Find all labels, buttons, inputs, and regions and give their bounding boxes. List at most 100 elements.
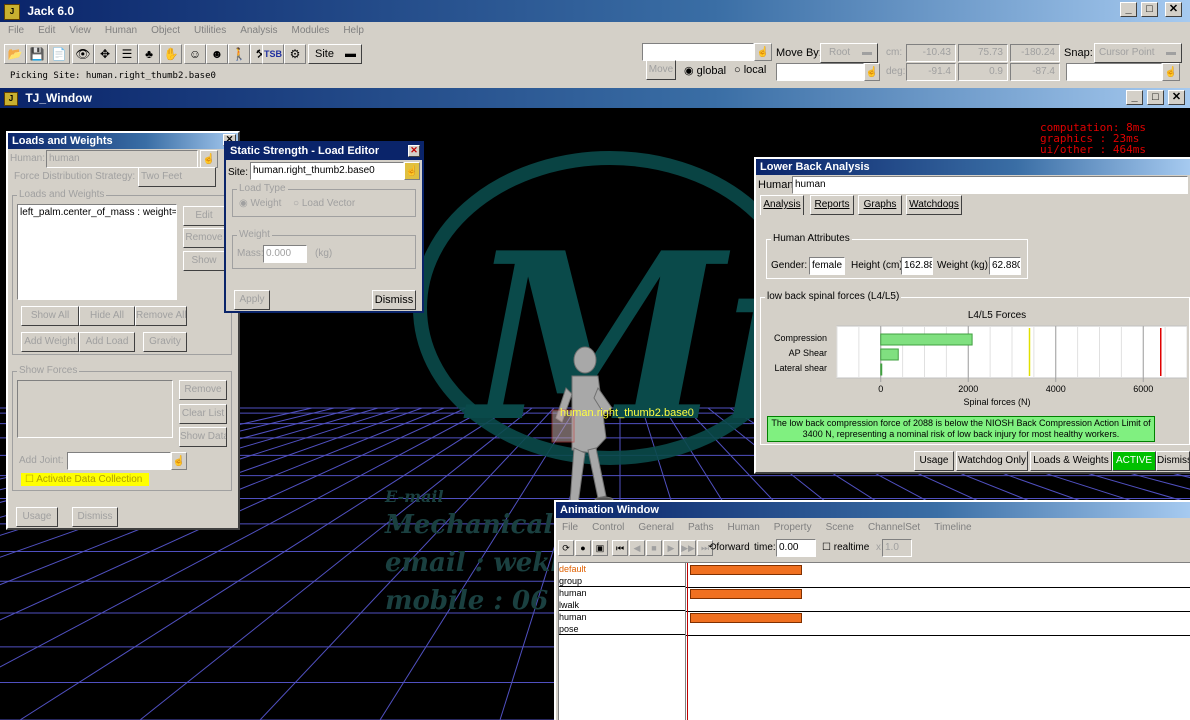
track-human[interactable]: human <box>559 587 685 599</box>
local-radio[interactable]: ○ local <box>734 64 766 76</box>
lba-human-field[interactable]: human <box>792 176 1188 194</box>
tj-minimize-button[interactable]: _ <box>1126 90 1143 105</box>
add-joint-field[interactable] <box>67 452 171 470</box>
cm-x-field[interactable]: -10.43 <box>906 44 956 62</box>
value-field[interactable] <box>642 43 754 61</box>
load-editor-dismiss-button[interactable]: Dismiss <box>372 290 416 310</box>
lba-dismiss-button[interactable]: Dismiss <box>1156 451 1190 471</box>
realtime-checkbox[interactable]: ☐ realtime <box>822 542 869 553</box>
snap-dropdown[interactable]: Cursor Point ▬ <box>1094 43 1182 63</box>
height-field[interactable]: 162.88 <box>901 257 933 275</box>
rewind-icon[interactable]: ⏮ <box>612 540 628 556</box>
anim-menu-file[interactable]: File <box>562 522 578 533</box>
forces-list[interactable] <box>17 380 173 438</box>
pick-joint-icon[interactable]: ☝ <box>171 452 187 470</box>
document-icon[interactable]: 📄 <box>48 44 70 64</box>
add-load-button[interactable]: Add Load <box>79 332 135 352</box>
deg-y-field[interactable]: 0.9 <box>958 63 1008 81</box>
site-field[interactable]: human.right_thumb2.base0 <box>250 162 404 180</box>
anim-menu-scene[interactable]: Scene <box>826 522 854 533</box>
speed-field[interactable]: 1.0 <box>882 539 912 557</box>
remove-all-button[interactable]: Remove All <box>135 306 187 326</box>
move-button[interactable]: Move <box>646 60 676 80</box>
menu-human[interactable]: Human <box>105 25 137 36</box>
track-lwalk[interactable]: lwalk <box>559 599 685 611</box>
time-field[interactable]: 0.00 <box>776 539 816 557</box>
cm-y-field[interactable]: 75.73 <box>958 44 1008 62</box>
loads-weights-button[interactable]: Loads & Weights <box>1030 451 1112 471</box>
anim-menu-channelset[interactable]: ChannelSet <box>868 522 920 533</box>
gravity-button[interactable]: Gravity <box>143 332 187 352</box>
save-icon[interactable]: 💾 <box>26 44 48 64</box>
menu-file[interactable]: File <box>8 25 24 36</box>
move-by-dropdown[interactable]: Root ▬ <box>820 43 878 63</box>
apply-button[interactable]: Apply <box>234 290 270 310</box>
usage-button-lba[interactable]: Usage <box>914 451 954 471</box>
anim-menu-property[interactable]: Property <box>774 522 812 533</box>
tj-close-button[interactable]: ✕ <box>1168 90 1185 105</box>
tab-graphs[interactable]: Graphs <box>858 195 902 215</box>
gender-field[interactable]: female <box>809 257 845 275</box>
tj-maximize-button[interactable]: □ <box>1147 90 1164 105</box>
menu-view[interactable]: View <box>69 25 91 36</box>
site-dropdown[interactable]: Site ▬ <box>308 44 362 64</box>
posture-icon[interactable]: 🚶 <box>228 44 250 64</box>
track-pose[interactable]: pose <box>559 623 685 635</box>
track-group[interactable]: group <box>559 575 685 587</box>
dismiss-button[interactable]: Dismiss <box>72 507 118 527</box>
tab-analysis[interactable]: Analysis <box>760 195 804 215</box>
close-button[interactable]: ✕ <box>1165 2 1182 17</box>
deg-x-field[interactable]: -91.4 <box>906 63 956 81</box>
deg-z-field[interactable]: -87.4 <box>1010 63 1060 81</box>
show-button[interactable]: Show <box>183 251 225 271</box>
pick-hand-icon[interactable]: ☝ <box>754 43 772 61</box>
loads-list[interactable]: left_palm.center_of_mass : weight=200 <box>17 204 177 300</box>
remove-button[interactable]: Remove <box>183 228 225 248</box>
move-icon[interactable]: ✥ <box>94 44 116 64</box>
track-human-2[interactable]: human <box>559 611 685 623</box>
remove-forces-button[interactable]: Remove <box>179 380 227 400</box>
load-editor-close[interactable]: ✕ <box>408 145 420 157</box>
anim-menu-timeline[interactable]: Timeline <box>934 522 971 533</box>
hide-all-button[interactable]: Hide All <box>79 306 135 326</box>
human-face-icon[interactable]: ☻ <box>206 44 228 64</box>
global-radio[interactable]: ◉ global <box>684 64 726 77</box>
pick-human-icon[interactable]: ☝ <box>200 150 218 168</box>
pick-hand-icon-2[interactable]: ☝ <box>864 63 880 81</box>
watchdog-only-button[interactable]: Watchdog Only <box>956 451 1028 471</box>
tsb-icon[interactable]: TSB <box>262 44 284 64</box>
menu-edit[interactable]: Edit <box>38 25 55 36</box>
clear-list-button[interactable]: Clear List <box>179 404 227 424</box>
toolkit-icon[interactable]: ⚙ <box>284 44 306 64</box>
weight-radio[interactable]: ◉ Weight <box>239 198 281 209</box>
menu-help[interactable]: Help <box>343 25 364 36</box>
mass-field[interactable]: 0.000 <box>263 245 307 263</box>
add-weight-button[interactable]: Add Weight <box>21 332 79 352</box>
show-all-button[interactable]: Show All <box>21 306 79 326</box>
step-forward-icon[interactable]: ▶▶ <box>680 540 696 556</box>
menu-analysis[interactable]: Analysis <box>240 25 277 36</box>
camera-icon[interactable]: ▣ <box>592 540 608 556</box>
tab-watchdogs[interactable]: Watchdogs <box>906 195 962 215</box>
cm-z-field[interactable]: -180.24 <box>1010 44 1060 62</box>
pick-hand-icon-3[interactable]: ☝ <box>1162 63 1180 81</box>
activate-checkbox[interactable]: ☐ Activate Data Collection <box>21 473 149 486</box>
edit-button[interactable]: Edit <box>183 206 225 226</box>
timeline-bar-3[interactable] <box>690 613 802 623</box>
strategy-dropdown[interactable]: Two Feet <box>138 167 216 187</box>
timeline-bar-1[interactable] <box>690 565 802 575</box>
anim-menu-human[interactable]: Human <box>728 522 760 533</box>
step-back-icon[interactable]: ◀ <box>629 540 645 556</box>
track-default[interactable]: default <box>559 563 685 575</box>
forward-toggle[interactable]: ⟲forward <box>708 542 750 553</box>
anim-menu-control[interactable]: Control <box>592 522 624 533</box>
weight-field[interactable]: 62.880 <box>989 257 1021 275</box>
minimize-button[interactable]: _ <box>1120 2 1137 17</box>
human-icon[interactable]: ☺ <box>184 44 206 64</box>
show-data-button[interactable]: Show Data <box>179 427 227 447</box>
anim-menu-paths[interactable]: Paths <box>688 522 714 533</box>
anim-menu-general[interactable]: General <box>638 522 674 533</box>
record-icon[interactable]: ● <box>575 540 591 556</box>
hierarchy-icon[interactable]: ☰ <box>116 44 138 64</box>
view-icon[interactable]: 👁 <box>72 44 94 64</box>
